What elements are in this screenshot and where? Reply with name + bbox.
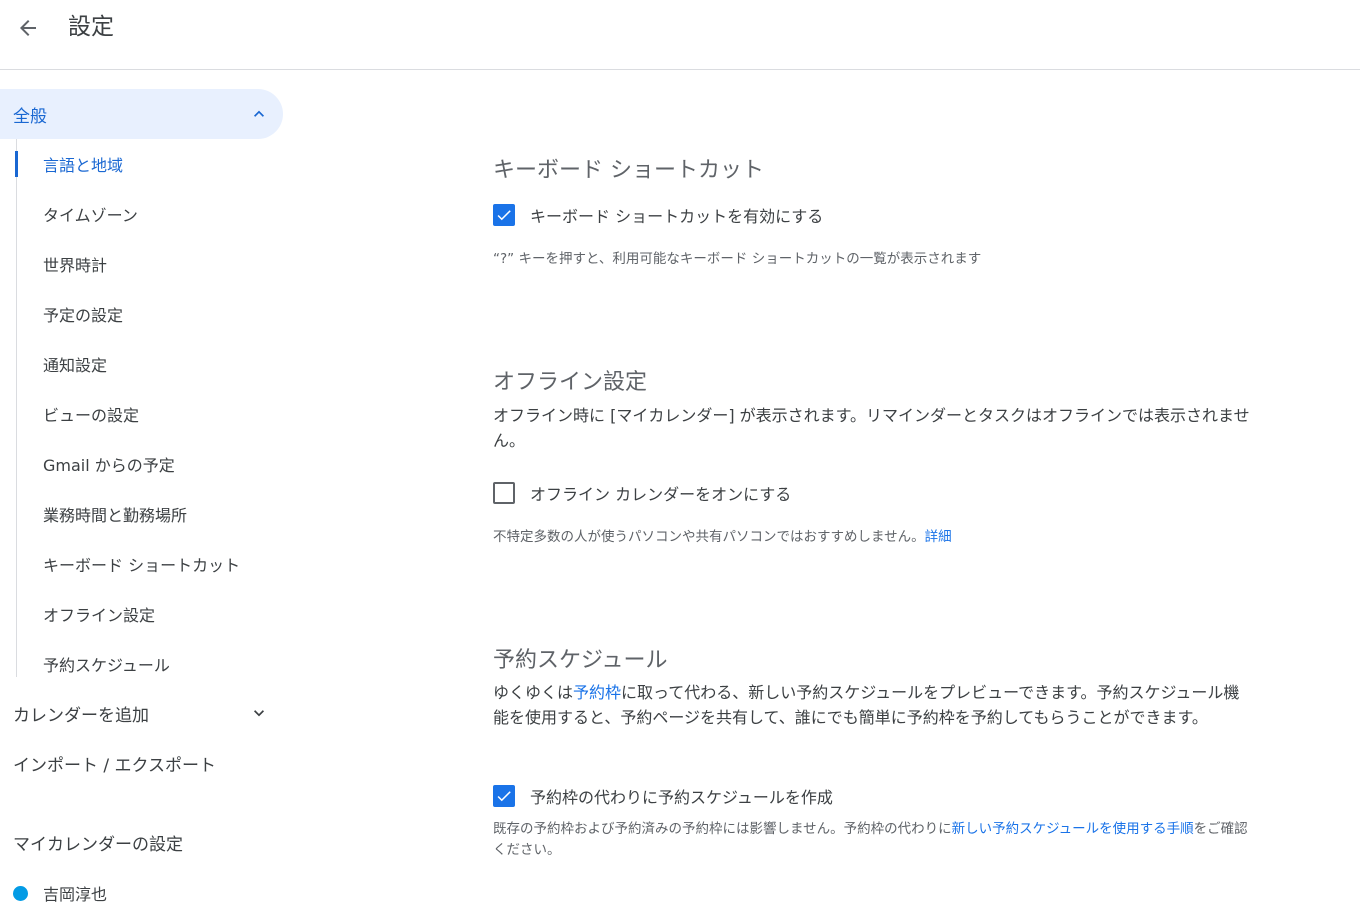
settings-sidebar: 全般 言語と地域 タイムゾーン 世界時計 予定の設定 通知設定 ビューの設定 G…	[0, 70, 290, 911]
chevron-up-icon[interactable]	[249, 104, 269, 124]
sidebar-item-import-export[interactable]: インポート / エクスポート	[0, 738, 283, 788]
sidebar-sub-item-offline[interactable]: オフライン設定	[0, 589, 283, 639]
sidebar-item-add-calendar-label: カレンダーを追加	[13, 705, 149, 726]
booking-schedule-instructions-link[interactable]: 新しい予約スケジュールを使用する手順	[952, 821, 1194, 837]
sidebar-item-add-calendar[interactable]: カレンダーを追加	[0, 688, 283, 738]
booking-schedule-checkbox-label: 予約枠の代わりに予約スケジュールを作成	[530, 788, 833, 807]
keyboard-shortcuts-checkbox-row[interactable]: キーボード ショートカットを有効にする	[493, 203, 823, 227]
booking-desc-part1: ゆくゆくは	[493, 683, 574, 702]
calendar-name: 吉岡淳也	[43, 885, 108, 904]
offline-learn-more-link[interactable]: 詳細	[925, 529, 952, 545]
offline-hint: 不特定多数の人が使うパソコンや共有パソコンではおすすめしません。詳細	[493, 527, 1253, 548]
offline-calendar-checkbox-label: オフライン カレンダーをオンにする	[530, 485, 792, 504]
offline-hint-text: 不特定多数の人が使うパソコンや共有パソコンではおすすめしません。	[493, 529, 925, 545]
section-title-booking-schedule: 予約スケジュール	[493, 648, 668, 673]
sidebar-sub-item-events-from-gmail[interactable]: Gmail からの予定	[0, 439, 283, 489]
sidebar-sub-item-language-region[interactable]: 言語と地域	[0, 139, 283, 189]
booking-schedule-checkbox-row[interactable]: 予約枠の代わりに予約スケジュールを作成	[493, 784, 833, 808]
keyboard-shortcuts-checkbox[interactable]	[493, 204, 515, 226]
sidebar-sub-item-keyboard-shortcuts[interactable]: キーボード ショートカット	[0, 539, 283, 589]
booking-hint: 既存の予約枠および予約済みの予約枠には影響しません。予約枠の代わりに新しい予約ス…	[493, 819, 1253, 861]
sidebar-sub-item-notification-settings[interactable]: 通知設定	[0, 339, 283, 389]
sidebar-item-import-export-label: インポート / エクスポート	[13, 755, 217, 776]
sidebar-sub-item-timezone[interactable]: タイムゾーン	[0, 189, 283, 239]
my-calendars-heading: マイカレンダーの設定	[13, 835, 183, 855]
booking-description: ゆくゆくは予約枠に取って代わる、新しい予約スケジュールをプレビューできます。予約…	[493, 680, 1253, 730]
sidebar-item-general[interactable]: 全般	[0, 89, 283, 139]
section-title-keyboard-shortcuts: キーボード ショートカット	[493, 158, 764, 183]
app-header: 設定	[0, 0, 1360, 70]
general-sub-list: 言語と地域 タイムゾーン 世界時計 予定の設定 通知設定 ビューの設定 Gmai…	[0, 139, 283, 689]
booking-schedule-checkbox[interactable]	[493, 785, 515, 807]
chevron-down-icon[interactable]	[249, 703, 269, 723]
sidebar-sub-item-view-settings[interactable]: ビューの設定	[0, 389, 283, 439]
sidebar-sub-item-working-hours[interactable]: 業務時間と勤務場所	[0, 489, 283, 539]
arrow-back-icon	[20, 20, 36, 36]
page-title: 設定	[68, 14, 114, 40]
sidebar-sub-item-event-settings[interactable]: 予定の設定	[0, 289, 283, 339]
keyboard-shortcuts-checkbox-label: キーボード ショートカットを有効にする	[530, 207, 824, 226]
section-title-offline: オフライン設定	[493, 370, 648, 395]
sidebar-sub-item-world-clock[interactable]: 世界時計	[0, 239, 283, 289]
offline-calendar-checkbox[interactable]	[493, 482, 515, 504]
back-button[interactable]	[8, 8, 48, 48]
calendar-color-dot	[13, 886, 28, 901]
appointment-slots-link[interactable]: 予約枠	[573, 683, 621, 702]
offline-calendar-checkbox-row[interactable]: オフライン カレンダーをオンにする	[493, 481, 791, 505]
sidebar-sub-item-booking-schedule[interactable]: 予約スケジュール	[0, 639, 283, 689]
check-icon	[497, 791, 511, 802]
offline-description: オフライン時に [マイカレンダー] が表示されます。リマインダーとタスクはオフラ…	[493, 406, 1250, 450]
keyboard-shortcuts-hint: “?” キーを押すと、利用可能なキーボード ショートカットの一覧が表示されます	[493, 251, 982, 267]
booking-hint-part1: 既存の予約枠および予約済みの予約枠には影響しません。予約枠の代わりに	[493, 821, 952, 837]
sidebar-item-general-label: 全般	[13, 106, 47, 127]
check-icon	[497, 210, 511, 221]
